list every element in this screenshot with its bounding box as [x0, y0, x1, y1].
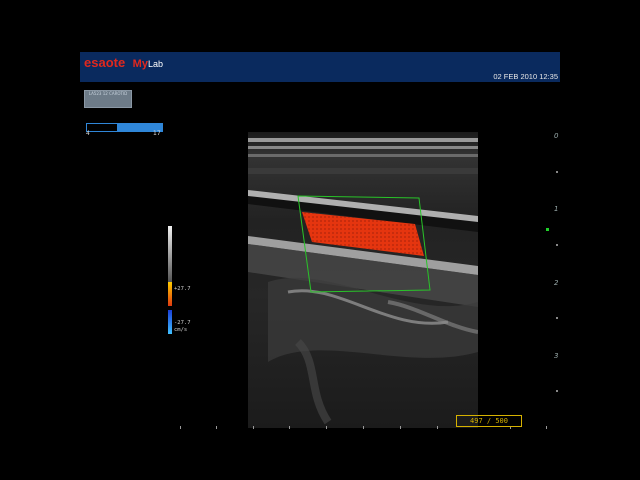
color-scale-negative — [168, 310, 172, 334]
horizontal-scale-tick — [289, 426, 290, 429]
horizontal-scale-tick — [326, 426, 327, 429]
color-doppler-roi[interactable] — [248, 132, 478, 428]
horizontal-scale-tick — [363, 426, 364, 429]
depth-mark: 0 — [554, 132, 559, 140]
product-lab: Lab — [147, 59, 163, 69]
horizontal-scale-tick — [437, 426, 438, 429]
depth-minor-tick — [556, 171, 558, 173]
depth-minor-tick — [556, 244, 558, 246]
top-header-bar: esaote MyLab 02 FEB 2010 12:35 — [80, 52, 560, 82]
frame-counter[interactable]: 497 / 500 — [456, 415, 522, 427]
product-my: My — [132, 58, 148, 70]
depth-mark: 3 — [554, 352, 559, 360]
date-time: 02 FEB 2010 12:35 — [493, 72, 558, 81]
depth-mark: 2 — [554, 279, 559, 287]
probe-preset-box[interactable]: LA523 12 CAROTID — [84, 90, 132, 108]
frequency-max: 17 — [153, 130, 161, 137]
frequency-bar — [86, 123, 163, 132]
color-scale-positive — [168, 282, 172, 306]
velocity-unit-label: cm/s — [174, 327, 188, 333]
frequency-min: 4 — [86, 130, 90, 137]
horizontal-scale-tick — [216, 426, 217, 429]
horizontal-scale-tick — [253, 426, 254, 429]
velocity-neg-label: -27.7 — [174, 320, 191, 326]
probe-label: LA523 12 CAROTID — [88, 91, 128, 96]
depth-minor-tick — [556, 390, 558, 392]
brand-name: esaote — [84, 55, 126, 70]
horizontal-scale-tick — [546, 426, 547, 429]
depth-mark: 1 — [554, 205, 559, 213]
horizontal-scale-tick — [180, 426, 181, 429]
velocity-pos-label: +27.7 — [174, 286, 191, 292]
brand-logo: esaote MyLab — [84, 54, 163, 72]
depth-minor-tick — [556, 317, 558, 319]
gray-scale-bar — [168, 226, 172, 282]
horizontal-scale-tick — [400, 426, 401, 429]
focus-marker[interactable] — [546, 228, 549, 231]
